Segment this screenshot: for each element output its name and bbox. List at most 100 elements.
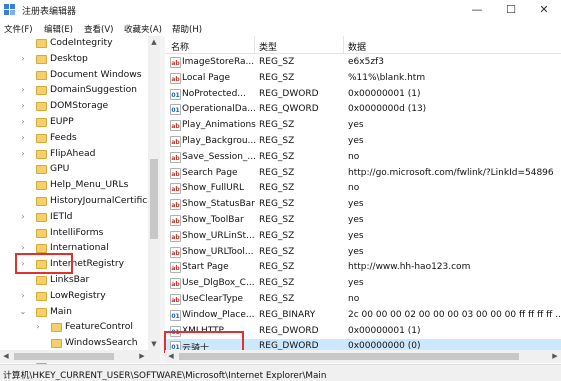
tree-item[interactable]: Document Windows [0, 68, 148, 84]
value-row[interactable]: ab Search Page REG_SZ http://go.microsoft.c… [165, 166, 561, 182]
value-name: Play_Backgrou... [182, 136, 257, 146]
value-row[interactable]: ab UseClearType REG_SZ no [165, 292, 561, 308]
tree-item[interactable]: › IETld [0, 210, 148, 226]
tree-item[interactable]: IntelliForms [0, 226, 148, 242]
value-row[interactable]: ab Show_StatusBar REG_SZ yes [165, 197, 561, 213]
list-hscroll-thumb[interactable] [179, 353, 519, 360]
column-data-header[interactable]: 数据 [348, 40, 366, 53]
tree-item-label: HistoryJournalCertificat [50, 195, 157, 206]
list-header: 名称 类型 数据 [165, 36, 561, 54]
value-row[interactable]: 01 OperationalDa... REG_QWORD 0x0000000d (1… [165, 102, 561, 118]
chevron-right-icon[interactable]: › [18, 133, 28, 142]
tree-item[interactable]: › DOMStorage [0, 99, 148, 115]
chevron-right-icon[interactable]: › [18, 101, 28, 110]
menu-view[interactable]: 查看(V) [84, 23, 113, 35]
tree-item[interactable]: › DomainSuggestion [0, 83, 148, 99]
chevron-down-icon[interactable]: ⌄ [18, 307, 28, 316]
column-name-header[interactable]: 名称 [171, 40, 189, 53]
tree-item-label: EUPP [50, 116, 74, 127]
value-row[interactable]: ab Save_Session_... REG_SZ no [165, 150, 561, 166]
scroll-left-icon[interactable]: ◀ [0, 350, 12, 363]
menu-help[interactable]: 帮助(H) [172, 23, 202, 35]
tree-item[interactable]: › LowRegistry [0, 289, 148, 305]
tree-item[interactable]: ⌄ Main [0, 305, 148, 321]
value-data: yes [348, 120, 364, 131]
tree-horizontal-scrollbar[interactable]: ◀ ▶ [0, 350, 160, 363]
value-data: e6x5zf3 [348, 57, 384, 67]
list-horizontal-scrollbar[interactable]: ◀ ▶ [165, 350, 561, 363]
tree-item[interactable]: HistoryJournalCertificat [0, 194, 157, 210]
tree-item-label: CodeIntegrity [50, 37, 113, 48]
tree-item[interactable]: CodeIntegrity [0, 36, 148, 52]
tree-item-label: FlipAhead [50, 147, 96, 159]
value-row[interactable]: ab ImageStoreRa... REG_SZ e6x5zf3 [165, 55, 561, 71]
value-name: Play_Animations [182, 120, 256, 131]
value-name: Show_URLTool... [182, 246, 254, 257]
value-row[interactable]: ab Show_ToolBar REG_SZ yes [165, 213, 561, 229]
column-type-header[interactable]: 类型 [259, 40, 277, 53]
value-name: Use_DlgBox_C... [182, 278, 255, 289]
value-name: NoProtected... [182, 88, 246, 99]
scroll-down-icon[interactable]: ▼ [148, 338, 160, 350]
value-row[interactable]: ab Show_URLTool... REG_SZ yes [165, 245, 561, 261]
tree-scroll-thumb[interactable] [150, 159, 158, 239]
value-name: Show_StatusBar [182, 199, 255, 210]
chevron-right-icon[interactable]: › [18, 54, 28, 63]
chevron-right-icon[interactable]: › [18, 149, 28, 158]
tree-item[interactable]: › EUPP [0, 115, 148, 131]
value-row[interactable]: 01 NoProtected... REG_DWORD 0x00000001 (1) [165, 87, 561, 103]
value-type: REG_QWORD [259, 104, 319, 115]
minimize-button[interactable]: — [460, 0, 494, 20]
menu-favorites[interactable]: 收藏夹(A) [124, 23, 162, 35]
chevron-right-icon[interactable]: › [18, 291, 28, 300]
chevron-right-icon[interactable]: › [18, 212, 28, 221]
folder-icon [36, 102, 47, 112]
tree-item[interactable]: LinksBar [0, 273, 148, 289]
tree-item[interactable]: › Feeds [0, 131, 148, 147]
string-value-icon: ab [170, 72, 181, 84]
chevron-right-icon[interactable]: › [18, 117, 28, 126]
key-tree[interactable]: CodeIntegrity › Desktop Document Windows › Do… [0, 36, 160, 366]
value-data: no [348, 183, 360, 194]
tree-hscroll-thumb[interactable] [14, 353, 114, 360]
value-row[interactable]: ab Play_Backgrou... REG_SZ yes [165, 134, 561, 150]
tree-vertical-scrollbar[interactable]: ▲ ▼ [148, 36, 160, 350]
value-row[interactable]: 01 Window_Place... REG_BINARY 2c 00 00 00 0… [165, 308, 561, 324]
tree-item-label: International [50, 242, 109, 254]
scroll-right-icon[interactable]: ▶ [549, 350, 561, 363]
chevron-right-icon[interactable]: › [33, 322, 43, 331]
value-row[interactable]: ab Start Page REG_SZ http://www.hh-hao123.c… [165, 260, 561, 276]
scroll-up-icon[interactable]: ▲ [148, 36, 160, 48]
tree-item-label: Desktop [50, 52, 88, 64]
close-button[interactable]: ✕ [527, 0, 561, 20]
value-row[interactable]: ab Play_Animations REG_SZ yes [165, 118, 561, 134]
value-type: REG_BINARY [259, 309, 316, 320]
values-list[interactable]: 名称 类型 数据 ab ImageStoreRa... REG_SZ e6x5zf3 a… [165, 36, 561, 363]
value-name: Window_Place... [182, 309, 255, 320]
value-row[interactable]: ab Use_DlgBox_C... REG_SZ yes [165, 276, 561, 292]
value-row[interactable]: ab Show_FullURL REG_SZ no [165, 181, 561, 197]
scroll-right-icon[interactable]: ▶ [136, 350, 148, 363]
chevron-right-icon[interactable]: › [18, 243, 28, 252]
scroll-left-icon[interactable]: ◀ [165, 350, 177, 363]
tree-item[interactable]: GPU [0, 162, 148, 178]
tree-item[interactable]: Help_Menu_URLs [0, 178, 148, 194]
value-row[interactable]: ab Local Page REG_SZ %11%\blank.htm [165, 71, 561, 87]
value-data: no [348, 151, 360, 162]
value-row[interactable]: ab Show_URLinSt... REG_SZ yes [165, 229, 561, 245]
column-divider[interactable] [254, 36, 255, 54]
value-data: 2c 00 00 00 02 00 00 00 03 00 00 00 ff f… [348, 309, 561, 320]
value-name: ImageStoreRa... [182, 57, 255, 67]
tree-item[interactable]: › FeatureControl [0, 320, 148, 336]
tree-item[interactable]: › FlipAhead [0, 147, 148, 163]
value-data: no [348, 294, 360, 304]
folder-icon [36, 133, 47, 143]
tree-item[interactable]: › Desktop [0, 52, 148, 68]
chevron-right-icon[interactable]: › [18, 85, 28, 94]
menu-file[interactable]: 文件(F) [4, 23, 33, 35]
column-divider[interactable] [343, 36, 344, 54]
menu-edit[interactable]: 编辑(E) [44, 23, 73, 35]
folder-icon [36, 181, 47, 191]
maximize-button[interactable]: ☐ [494, 0, 528, 20]
value-name: UseClearType [182, 294, 244, 304]
